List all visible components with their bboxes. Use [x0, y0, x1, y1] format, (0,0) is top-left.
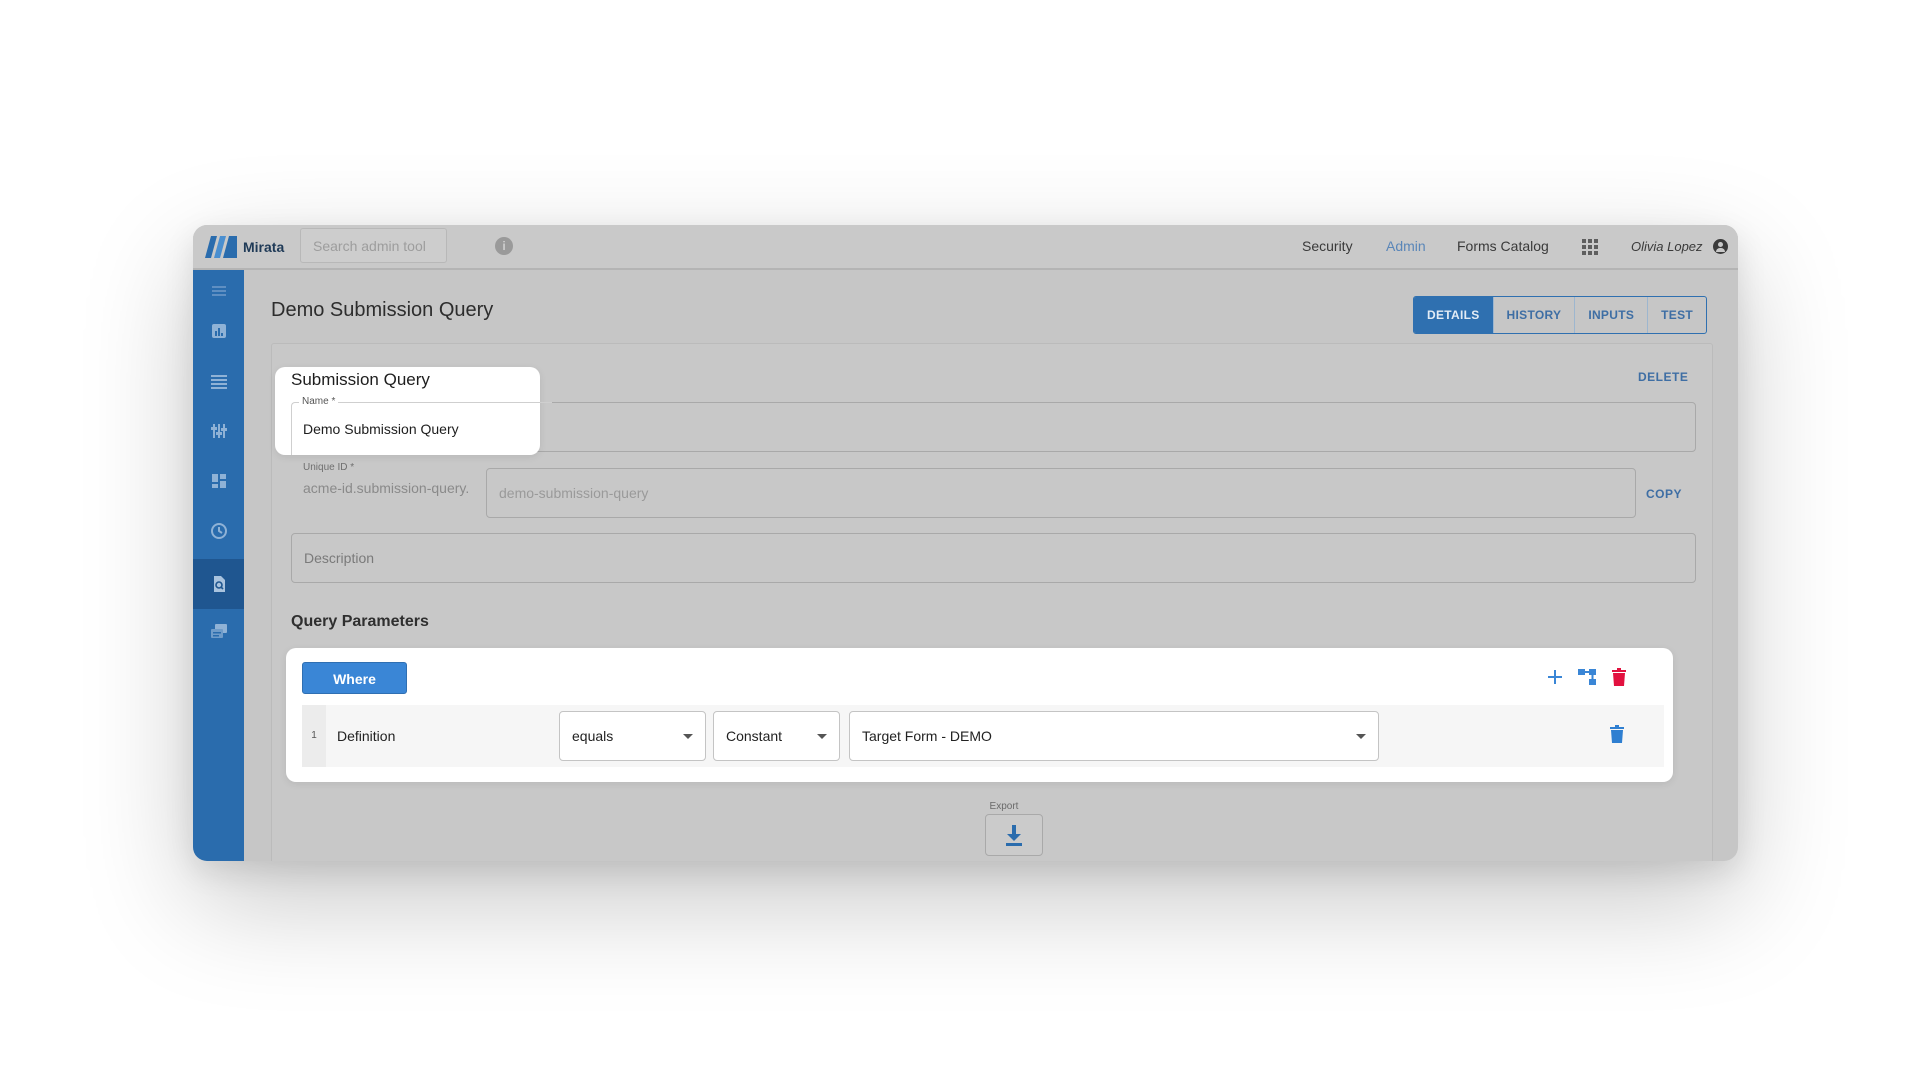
delete-row-icon[interactable]	[1606, 723, 1628, 745]
sliders-icon[interactable]	[193, 410, 244, 452]
description-input[interactable]: Description	[291, 533, 1696, 583]
name-value[interactable]: Demo Submission Query	[303, 421, 459, 437]
unique-id-prefix: acme-id.submission-query.	[303, 480, 470, 496]
value-select[interactable]: Target Form - DEMO	[849, 711, 1379, 761]
value-value: Target Form - DEMO	[862, 728, 992, 744]
name-label: Name *	[299, 396, 339, 407]
add-group-icon[interactable]	[1576, 666, 1598, 688]
apps-grid-icon[interactable]	[1582, 239, 1598, 255]
field-name[interactable]: Definition	[337, 705, 395, 767]
logo-mark-icon	[205, 236, 237, 258]
menu-icon[interactable]	[193, 270, 244, 312]
list-icon[interactable]	[193, 360, 244, 402]
tab-inputs[interactable]: INPUTS	[1574, 297, 1647, 333]
unique-id-input[interactable]: demo-submission-query	[486, 468, 1636, 518]
nav-admin[interactable]: Admin	[1386, 225, 1426, 268]
value-type-select[interactable]: Constant	[713, 711, 840, 761]
top-bar: Mirata Search admin tool i Security Admi…	[193, 225, 1738, 270]
delete-group-icon[interactable]	[1608, 666, 1630, 688]
section-title: Submission Query	[291, 370, 430, 389]
unique-id-label: Unique ID *	[303, 462, 355, 473]
info-icon[interactable]: i	[495, 237, 513, 255]
query-builder-highlight: Where 1 Definition equals Constant Targe…	[286, 648, 1673, 782]
search-document-icon[interactable]	[193, 559, 244, 609]
name-field[interactable]: Name * Demo Submission Query	[291, 396, 552, 455]
copy-button[interactable]: COPY	[1646, 487, 1682, 501]
user-name[interactable]: Olivia Lopez	[1631, 225, 1703, 268]
chart-icon[interactable]	[193, 310, 244, 352]
search-input[interactable]: Search admin tool	[300, 228, 447, 263]
tab-test[interactable]: TEST	[1647, 297, 1706, 333]
query-parameters-title: Query Parameters	[291, 613, 429, 630]
operator-select[interactable]: equals	[559, 711, 706, 761]
tab-bar: DETAILS HISTORY INPUTS TEST	[1413, 296, 1708, 334]
nav-forms-catalog[interactable]: Forms Catalog	[1457, 225, 1549, 268]
row-index[interactable]: 1	[302, 705, 326, 767]
operator-value: equals	[572, 728, 614, 744]
page-title: Demo Submission Query	[271, 299, 494, 321]
logo[interactable]: Mirata	[205, 235, 284, 259]
logo-text: Mirata	[243, 239, 285, 255]
export-label: Export	[989, 801, 1019, 812]
delete-button[interactable]: DELETE	[1638, 370, 1688, 384]
tab-details[interactable]: DETAILS	[1414, 297, 1493, 333]
where-button[interactable]: Where	[302, 662, 407, 694]
forms-icon[interactable]	[193, 610, 244, 652]
tab-history[interactable]: HISTORY	[1492, 297, 1575, 333]
export-button[interactable]	[985, 814, 1043, 856]
add-condition-icon[interactable]	[1544, 666, 1566, 688]
nav-security[interactable]: Security	[1302, 225, 1353, 268]
submission-query-highlight: Submission Query Name * Demo Submission …	[275, 367, 552, 455]
chevron-down-icon	[817, 734, 827, 739]
condition-row: 1 Definition equals Constant Target Form…	[302, 705, 1664, 767]
clock-icon[interactable]	[193, 510, 244, 552]
download-icon	[1006, 825, 1022, 846]
chevron-down-icon	[1356, 734, 1366, 739]
value-type-value: Constant	[726, 728, 783, 744]
sidebar	[193, 270, 244, 861]
chevron-down-icon	[683, 734, 693, 739]
app-window: Mirata Search admin tool i Security Admi…	[193, 225, 1738, 861]
user-avatar-icon[interactable]	[1713, 239, 1728, 254]
dashboard-icon[interactable]	[193, 460, 244, 502]
